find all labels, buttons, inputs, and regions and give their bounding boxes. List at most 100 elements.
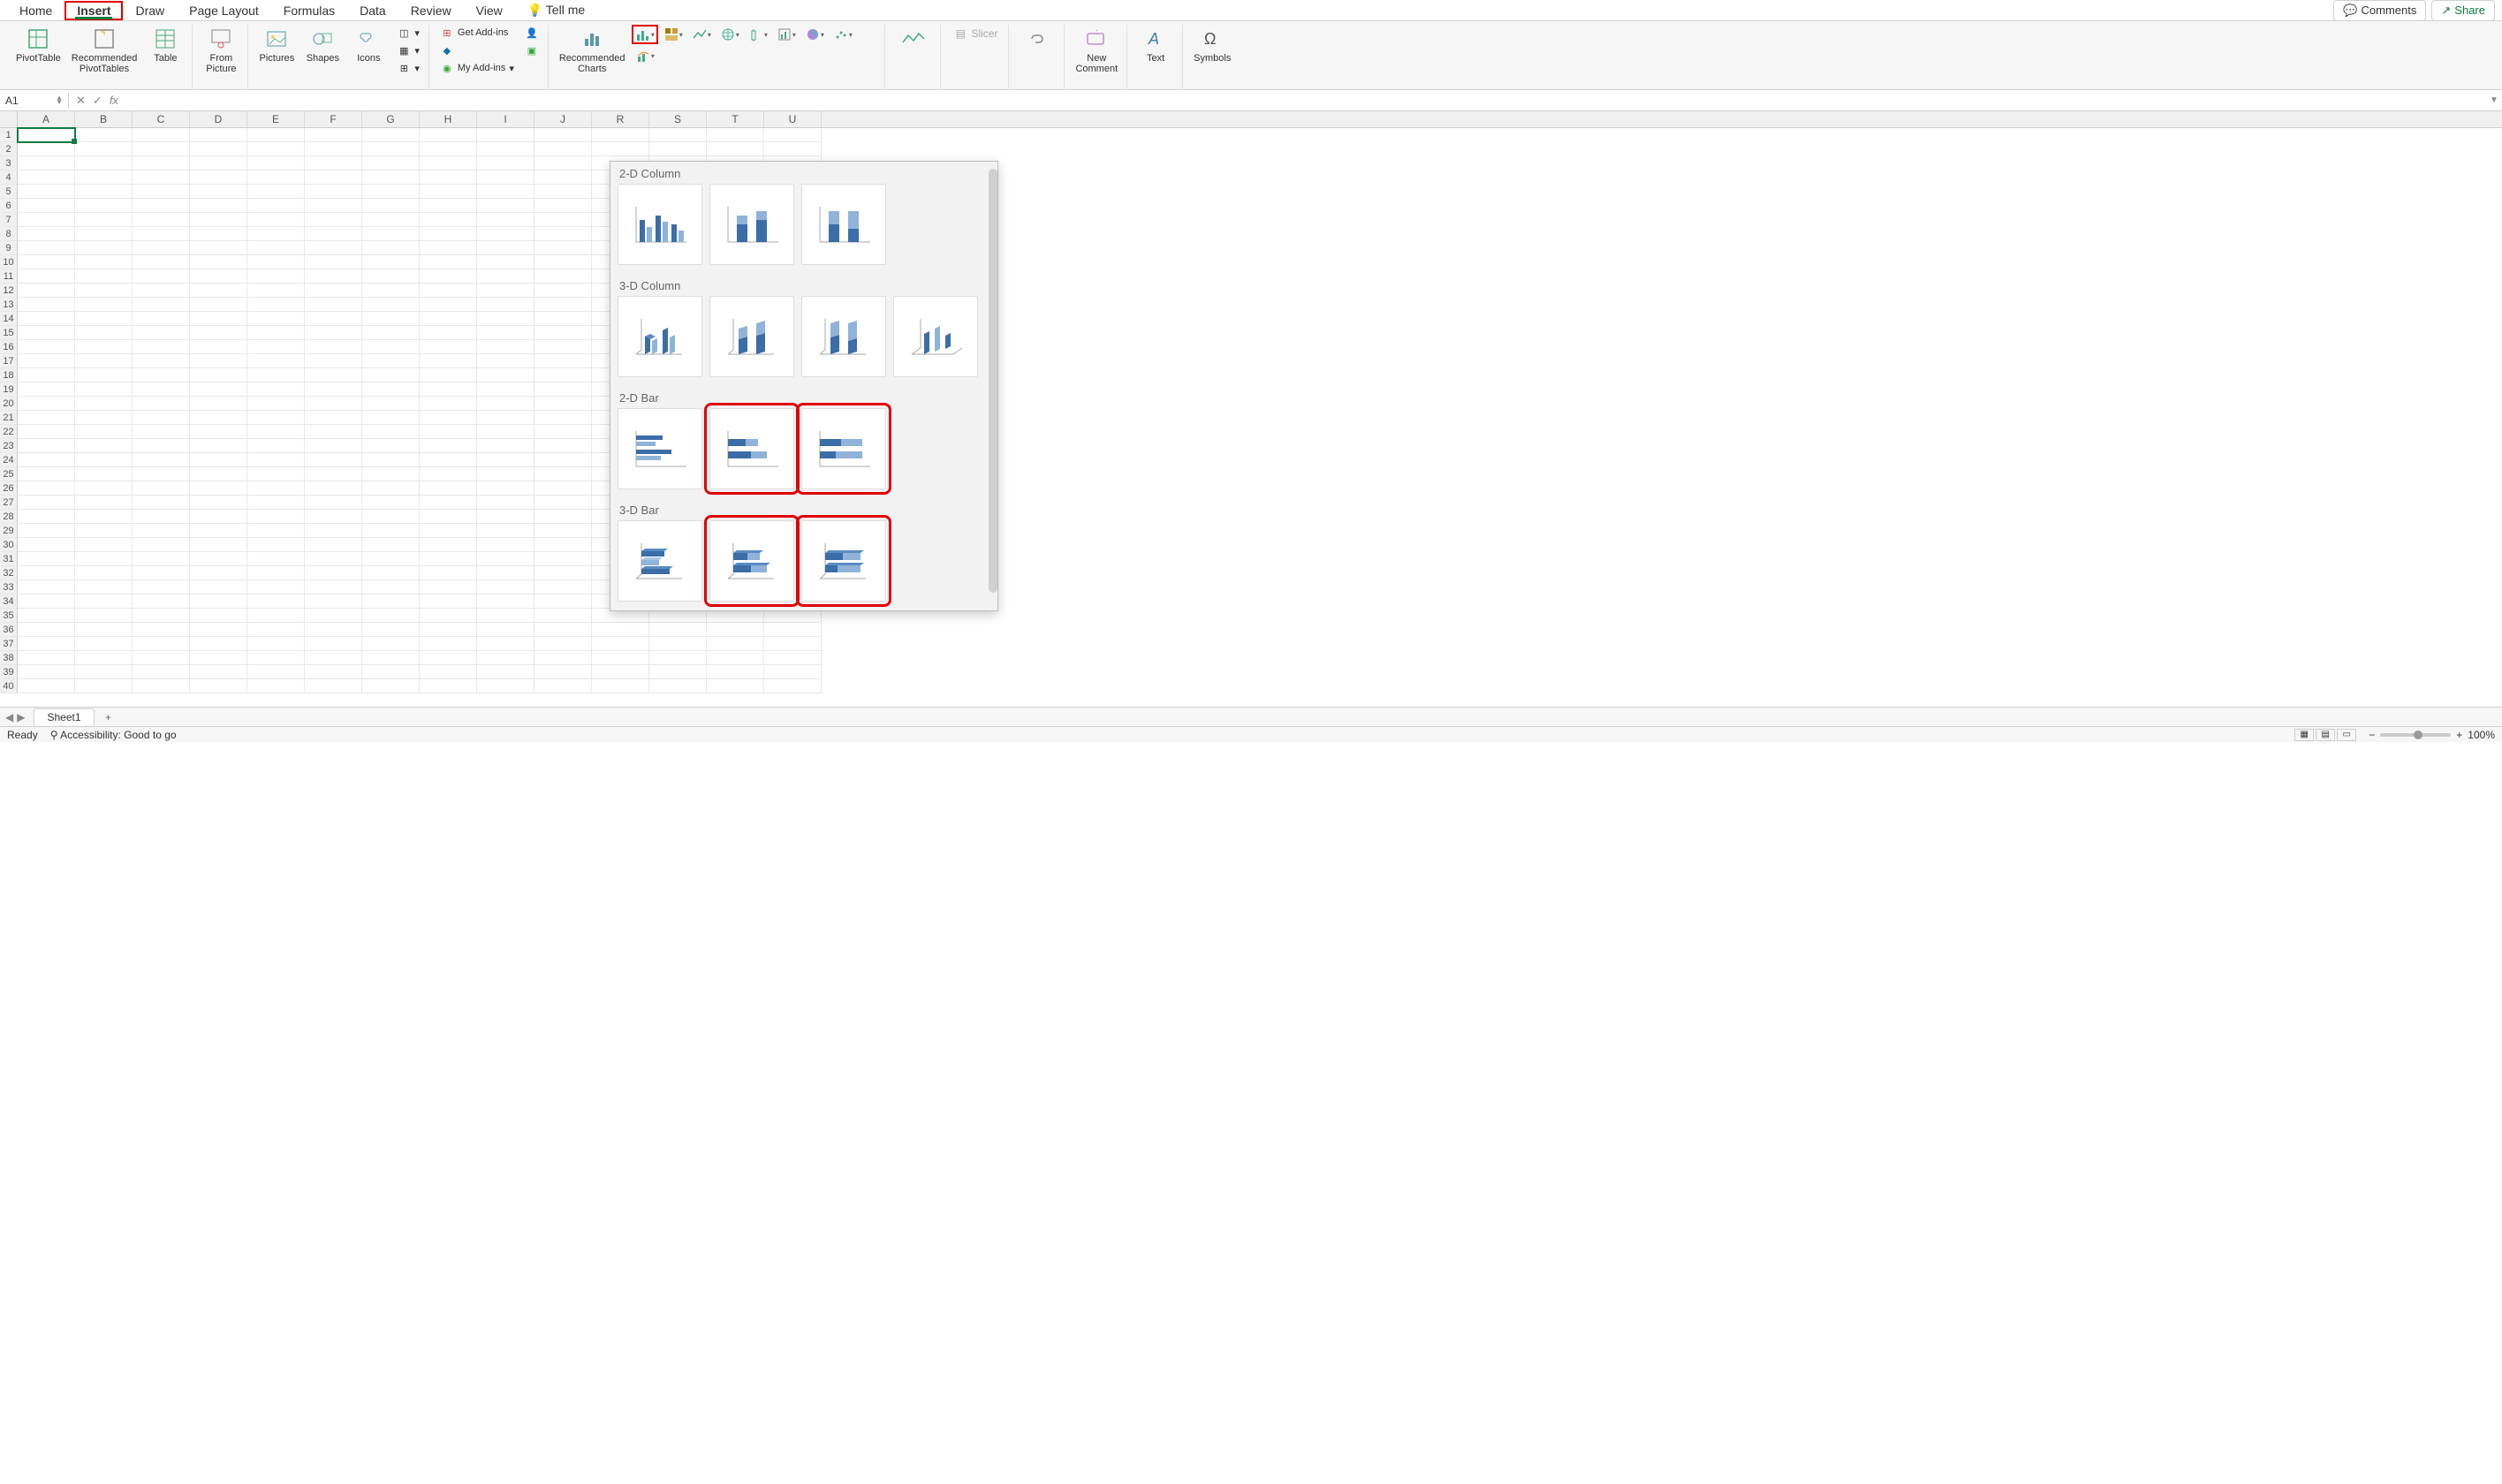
cell[interactable] [477,185,535,199]
cell[interactable] [305,467,362,481]
cell[interactable] [477,609,535,623]
cell[interactable] [190,298,247,312]
cell[interactable] [305,156,362,170]
cell[interactable] [477,241,535,255]
cell[interactable] [18,298,75,312]
cell[interactable] [477,354,535,368]
tab-view[interactable]: View [464,1,515,20]
row-header[interactable]: 2 [0,142,18,156]
row-header[interactable]: 40 [0,679,18,693]
cell[interactable] [133,199,190,213]
row-header[interactable]: 1 [0,128,18,142]
cell[interactable] [477,340,535,354]
cell[interactable] [305,185,362,199]
cell[interactable] [247,609,305,623]
smartart-button[interactable]: ▦▾ [393,42,423,58]
cell[interactable] [190,156,247,170]
cell[interactable] [190,128,247,142]
cell[interactable] [190,340,247,354]
cell[interactable] [18,467,75,481]
cell[interactable] [420,623,477,637]
cell[interactable] [190,241,247,255]
cell[interactable] [247,679,305,693]
cell[interactable] [18,425,75,439]
cell[interactable] [420,524,477,538]
cell[interactable] [477,524,535,538]
recommended-pivottables-button[interactable]: Recommended PivotTables [68,25,141,76]
cell[interactable] [133,552,190,566]
cell[interactable] [535,185,592,199]
cell[interactable] [707,679,764,693]
cell[interactable] [247,637,305,651]
spreadsheet-grid[interactable]: ABCDEFGHIJRSTU 1234567891011121314151617… [0,111,2502,707]
cell[interactable] [649,142,707,156]
row-header[interactable]: 7 [0,213,18,227]
row-header[interactable]: 38 [0,651,18,665]
my-addins-button[interactable]: ◉My Add-ins▾ [436,60,518,76]
tab-formulas[interactable]: Formulas [271,1,347,20]
cell[interactable] [133,566,190,580]
row-header[interactable]: 33 [0,580,18,594]
tab-insert[interactable]: Insert [64,1,123,20]
cell[interactable] [133,453,190,467]
cell[interactable] [420,481,477,496]
cell[interactable] [420,679,477,693]
cell[interactable] [75,354,133,368]
cell[interactable] [305,425,362,439]
cell[interactable] [362,213,420,227]
cell[interactable] [362,199,420,213]
cell[interactable] [535,566,592,580]
cell[interactable] [18,185,75,199]
cell[interactable] [133,425,190,439]
cell[interactable] [75,566,133,580]
cell[interactable] [362,185,420,199]
cell[interactable] [362,623,420,637]
sparklines-button[interactable] [892,25,935,55]
tab-draw[interactable]: Draw [123,1,177,20]
cell[interactable] [535,397,592,411]
cell[interactable] [649,128,707,142]
cell[interactable] [362,170,420,185]
row-header[interactable]: 34 [0,594,18,609]
row-header[interactable]: 36 [0,623,18,637]
cell[interactable] [420,340,477,354]
cell[interactable] [133,227,190,241]
row-header[interactable]: 31 [0,552,18,566]
cell[interactable] [592,665,649,679]
zoom-in-button[interactable]: + [2456,729,2462,741]
cell[interactable] [18,128,75,142]
line-chart-button[interactable]: ▾ [688,25,715,44]
cell[interactable] [247,185,305,199]
cell[interactable] [764,623,822,637]
cell[interactable] [305,510,362,524]
tab-home[interactable]: Home [7,1,64,20]
cell[interactable] [190,411,247,425]
page-break-view-button[interactable]: ▭ [2337,729,2356,741]
cell[interactable] [247,524,305,538]
cell[interactable] [75,439,133,453]
add-sheet-button[interactable]: + [100,711,118,723]
cell[interactable] [18,623,75,637]
cell[interactable] [305,269,362,284]
row-header[interactable]: 3 [0,156,18,170]
row-header[interactable]: 15 [0,326,18,340]
cell[interactable] [477,397,535,411]
cell[interactable] [18,368,75,382]
cell[interactable] [477,651,535,665]
tell-me[interactable]: 💡 Tell me [515,0,597,20]
3d-models-button[interactable]: ◫▾ [393,25,423,41]
cell[interactable] [247,651,305,665]
row-header[interactable]: 23 [0,439,18,453]
cell[interactable] [75,453,133,467]
cell[interactable] [420,156,477,170]
cell[interactable] [535,481,592,496]
cell[interactable] [305,439,362,453]
cell[interactable] [75,269,133,284]
cell[interactable] [247,496,305,510]
cell[interactable] [420,411,477,425]
cell[interactable] [420,510,477,524]
cell[interactable] [535,524,592,538]
combo-chart-button[interactable]: ▾ [632,46,658,65]
cell[interactable] [535,425,592,439]
row-header[interactable]: 12 [0,284,18,298]
